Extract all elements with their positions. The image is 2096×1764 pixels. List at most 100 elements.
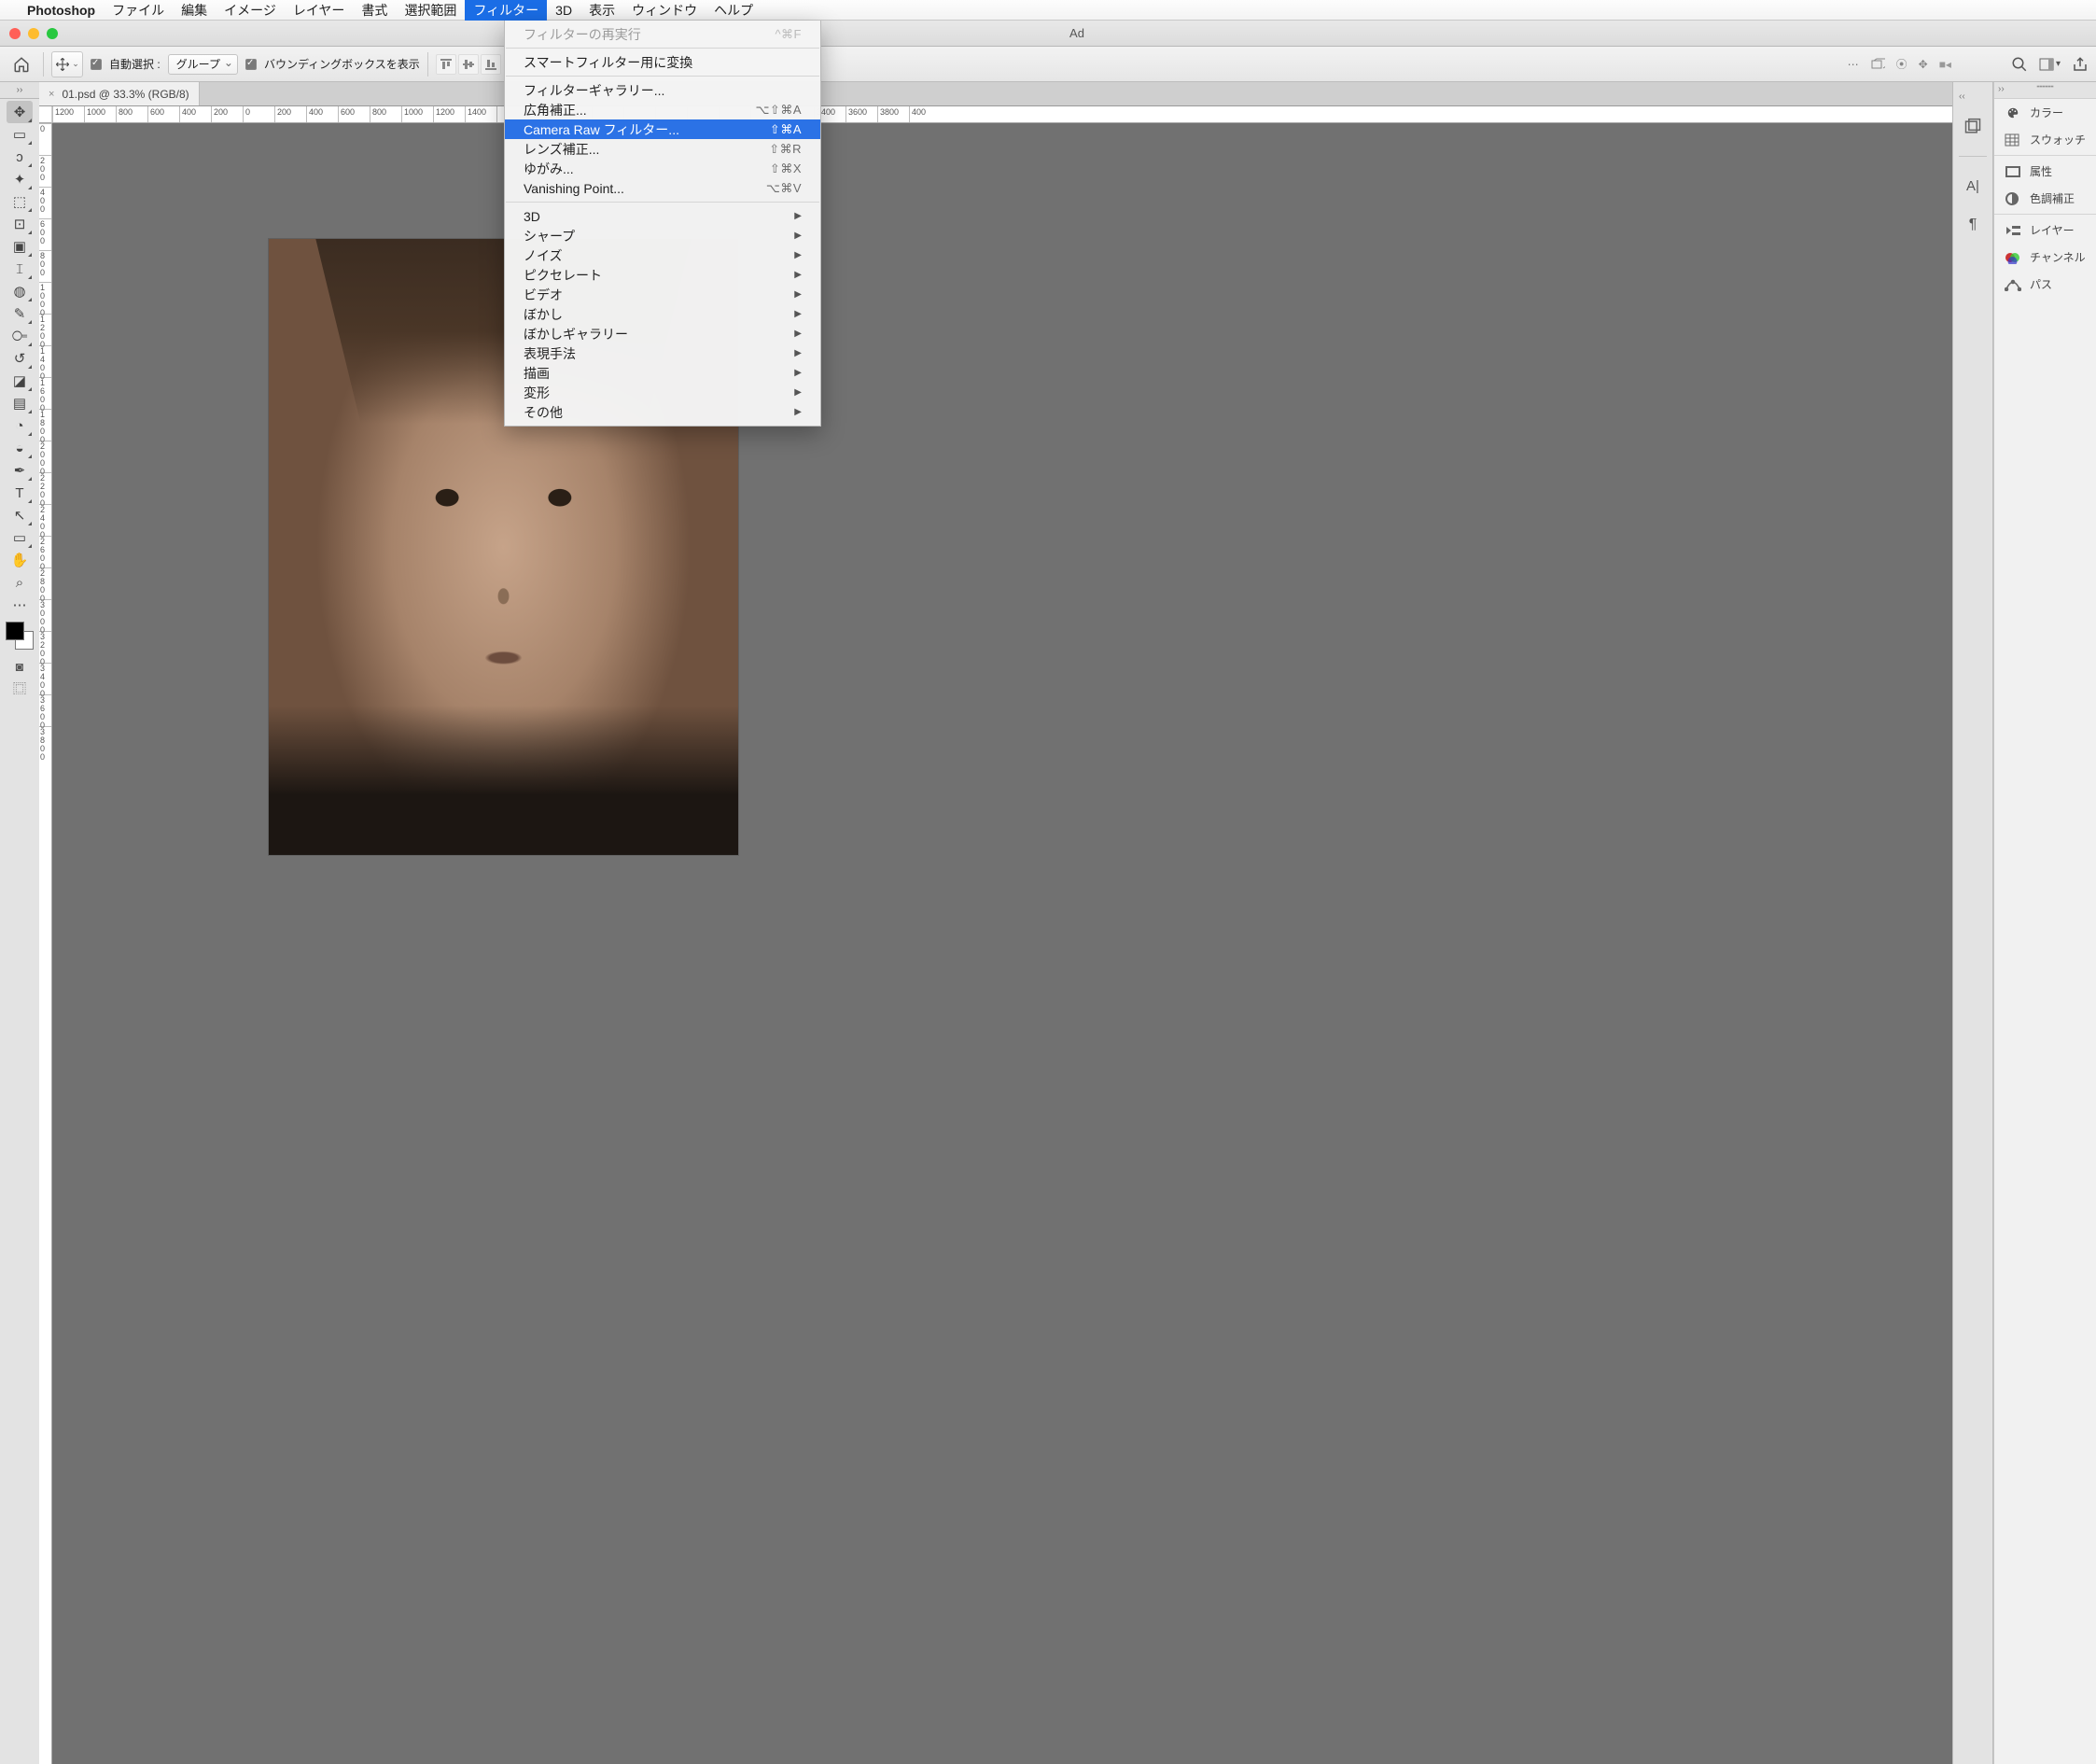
character-panel-icon[interactable]: A|	[1959, 172, 1987, 200]
menubar-item-9[interactable]: ウィンドウ	[623, 0, 706, 21]
menubar-app[interactable]: Photoshop	[19, 0, 104, 21]
3d-move-icon[interactable]: ✥	[1919, 58, 1928, 71]
align-top-button[interactable]	[436, 54, 456, 75]
menubar-item-4[interactable]: 書式	[353, 0, 396, 21]
close-tab-icon[interactable]: ×	[49, 89, 54, 100]
frame-tool[interactable]: ▣	[7, 235, 33, 258]
screen-mode-button[interactable]: ⿴	[7, 678, 33, 700]
document-tab[interactable]: × 01.psd @ 33.3% (RGB/8)	[39, 82, 200, 105]
menubar-item-5[interactable]: 選択範囲	[396, 0, 465, 21]
ruler-vertical[interactable]: 0200400600800100012001400160018002000220…	[39, 123, 52, 1764]
hand-tool[interactable]: ✋	[7, 549, 33, 571]
more-align-icon[interactable]: ⋯	[1848, 58, 1859, 71]
lasso-tool[interactable]: ɔ	[7, 146, 33, 168]
menu-item[interactable]: ピクセレート	[505, 265, 820, 285]
3d-camera-icon[interactable]: ⦿	[1896, 56, 1907, 72]
marquee-tool[interactable]: ▭	[7, 123, 33, 146]
record-icon[interactable]: ■◂	[1939, 58, 1951, 71]
menu-item[interactable]: 3D	[505, 206, 820, 226]
panel-tab-チャンネル[interactable]: チャンネル	[1994, 244, 2096, 271]
gradient-tool[interactable]: ▤	[7, 392, 33, 414]
menu-item[interactable]: ビデオ	[505, 285, 820, 304]
eyedropper-tool[interactable]: 𝙸	[7, 258, 33, 280]
ruler-mark: 1800	[39, 409, 51, 441]
menu-item[interactable]: 表現手法	[505, 343, 820, 363]
ruler-origin[interactable]	[39, 106, 52, 123]
menu-item[interactable]: ノイズ	[505, 245, 820, 265]
panel-tab-属性[interactable]: 属性	[1994, 158, 2096, 185]
blur-tool[interactable]: ◔	[7, 414, 33, 437]
menu-item[interactable]: その他	[505, 402, 820, 422]
toolbox-collapse-handle[interactable]: ››	[0, 82, 39, 99]
brush-tool[interactable]: ✎	[7, 302, 33, 325]
auto-select-checkbox[interactable]	[91, 59, 102, 70]
history-brush-tool[interactable]: ↺	[7, 347, 33, 370]
eraser-tool[interactable]: ◪	[7, 370, 33, 392]
menu-item[interactable]: スマートフィルター用に変換	[505, 52, 820, 72]
ruler-mark: 3600	[39, 694, 51, 726]
object-select-tool[interactable]: ⬚	[7, 190, 33, 213]
rectangle-tool[interactable]: ▭	[7, 526, 33, 549]
zoom-window-button[interactable]	[47, 28, 58, 39]
menu-item[interactable]: レンズ補正...⇧⌘R	[505, 139, 820, 159]
close-window-button[interactable]	[9, 28, 21, 39]
menu-item[interactable]: Camera Raw フィルター...⇧⌘A	[505, 119, 820, 139]
menubar-item-2[interactable]: イメージ	[216, 0, 285, 21]
auto-select-target-select[interactable]: グループ	[168, 54, 238, 75]
ruler-horizontal[interactable]: 1200100080060040020002004006008001000120…	[39, 106, 1952, 123]
dodge-tool[interactable]: ◒	[7, 437, 33, 459]
panel-tab-カラー[interactable]: カラー	[1994, 99, 2096, 126]
menu-item[interactable]: 広角補正...⌥⇧⌘A	[505, 100, 820, 119]
panel-tab-パス[interactable]: パス	[1994, 271, 2096, 298]
menu-item[interactable]: Vanishing Point...⌥⌘V	[505, 178, 820, 198]
panel-icon	[2004, 164, 2022, 179]
menubar-item-6[interactable]: フィルター	[465, 0, 547, 21]
history-panel-icon[interactable]	[1959, 113, 1987, 141]
minimize-window-button[interactable]	[28, 28, 39, 39]
menu-item[interactable]: 変形	[505, 383, 820, 402]
zoom-tool[interactable]: ⌕	[7, 571, 33, 594]
mac-menubar: Photoshop ファイル編集イメージレイヤー書式選択範囲フィルター3D表示ウ…	[0, 0, 2096, 21]
panel-tab-レイヤー[interactable]: レイヤー	[1994, 217, 2096, 244]
menu-item[interactable]: ぼかしギャラリー	[505, 324, 820, 343]
share-icon[interactable]	[2072, 56, 2089, 73]
show-bbox-checkbox[interactable]	[245, 59, 257, 70]
menu-item[interactable]: フィルターギャラリー...	[505, 80, 820, 100]
menubar-item-10[interactable]: ヘルプ	[706, 0, 762, 21]
search-icon[interactable]	[2011, 56, 2028, 73]
align-vcenter-button[interactable]	[458, 54, 479, 75]
align-bottom-button[interactable]	[481, 54, 501, 75]
menubar-item-8[interactable]: 表示	[580, 0, 623, 21]
magic-wand-tool[interactable]: ✦	[7, 168, 33, 190]
more-tool[interactable]: ⋯	[7, 594, 33, 616]
home-button[interactable]	[7, 50, 35, 78]
paragraph-panel-icon[interactable]: ¶	[1959, 211, 1987, 239]
quick-mask-button[interactable]: ◙	[7, 655, 33, 678]
panel-tab-色調補正[interactable]: 色調補正	[1994, 185, 2096, 212]
menubar-item-0[interactable]: ファイル	[104, 0, 173, 21]
crop-tool[interactable]: ⊡	[7, 213, 33, 235]
menubar-item-7[interactable]: 3D	[547, 0, 580, 21]
menu-item[interactable]: 描画	[505, 363, 820, 383]
patch-tool[interactable]: ◍	[7, 280, 33, 302]
stamp-tool[interactable]: ⧃	[7, 325, 33, 347]
menu-item[interactable]: ぼかし	[505, 304, 820, 324]
pen-tool[interactable]: ✒	[7, 459, 33, 482]
type-tool[interactable]: T	[7, 482, 33, 504]
ruler-mark: 800	[39, 250, 51, 282]
menubar-item-3[interactable]: レイヤー	[285, 0, 354, 21]
foreground-background-swatch[interactable]	[4, 620, 35, 651]
path-select-tool[interactable]: ↖	[7, 504, 33, 526]
workspace-switcher[interactable]: ▾	[2039, 58, 2061, 71]
menu-item[interactable]: シャープ	[505, 226, 820, 245]
panel-tab-スウォッチ[interactable]: スウォッチ	[1994, 126, 2096, 153]
ruler-mark: 400	[179, 106, 211, 122]
move-tool-indicator[interactable]: ⌄	[51, 51, 83, 77]
menubar-item-1[interactable]: 編集	[173, 0, 216, 21]
canvas-area[interactable]	[52, 123, 1952, 1764]
panel-collapse-handle[interactable]: ››┉┉┉	[1994, 82, 2096, 99]
menu-item[interactable]: ゆがみ...⇧⌘X	[505, 159, 820, 178]
panel-label: 色調補正	[2030, 190, 2075, 206]
move-tool[interactable]: ✥	[7, 101, 33, 123]
3d-mode-icon[interactable]	[1870, 57, 1885, 72]
